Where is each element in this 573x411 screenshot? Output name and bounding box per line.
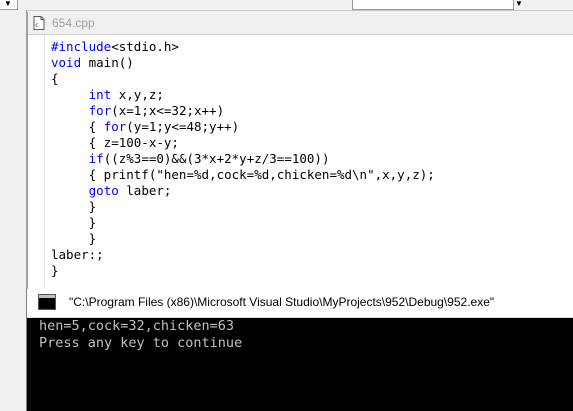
code-line[interactable]: }: [51, 215, 435, 231]
code-keyword: goto: [88, 183, 119, 198]
console-title: "C:\Program Files (x86)\Microsoft Visual…: [69, 295, 495, 309]
code-text: }: [51, 263, 59, 278]
code-keyword: if: [88, 151, 104, 166]
chevron-down-icon[interactable]: ▼: [515, 0, 523, 8]
toolbar-dropdown-2[interactable]: [352, 0, 514, 10]
code-text: x,y,z;: [111, 87, 164, 102]
code-text: }: [51, 231, 97, 246]
cpp-file-icon: c: [33, 16, 45, 30]
code-line[interactable]: int x,y,z;: [51, 87, 435, 103]
code-line[interactable]: }: [51, 231, 435, 247]
code-text: ((z%3==0)&&(3*x+2*y+z/3==100)): [103, 151, 330, 166]
code-line[interactable]: laber:;: [51, 247, 435, 263]
code-keyword: for: [103, 119, 127, 134]
code-text: laber:;: [51, 247, 104, 262]
code-text: }: [51, 215, 97, 230]
code-text: { z=100-x-y;: [51, 135, 179, 150]
console-output-line: hen=5,cock=32,chicken=63: [39, 318, 235, 334]
console-window[interactable]: "C:\Program Files (x86)\Microsoft Visual…: [26, 289, 573, 411]
code-editor-window[interactable]: c 654.cpp #include<stdio.h> void main(){ …: [27, 12, 573, 289]
code-line[interactable]: goto laber;: [51, 183, 435, 199]
code-line[interactable]: { printf("hen=%d,cock=%d,chicken=%d\n",x…: [51, 167, 435, 183]
code-line[interactable]: }: [51, 263, 435, 279]
chevron-down-icon[interactable]: ▼: [4, 0, 12, 8]
editor-gutter: [28, 35, 45, 289]
code-text: laber;: [118, 183, 172, 198]
editor-titlebar[interactable]: c 654.cpp: [28, 12, 573, 35]
code-line[interactable]: void main(): [51, 55, 435, 71]
ide-left-frame: [0, 10, 27, 290]
code-text: { printf("hen=%d,cock=%d,chicken=%d\n",x…: [51, 167, 435, 182]
console-titlebar[interactable]: "C:\Program Files (x86)\Microsoft Visual…: [27, 289, 573, 318]
code-text: {: [51, 119, 104, 134]
source-code[interactable]: #include<stdio.h> void main(){ int x,y,z;…: [51, 39, 435, 279]
code-text: main(): [81, 55, 134, 70]
console-output-line: Press any key to continue: [39, 335, 243, 351]
code-text: }: [51, 199, 97, 214]
code-text: (x=1;x<=32;x++): [111, 103, 225, 118]
code-line[interactable]: }: [51, 199, 435, 215]
console-app-icon: [38, 294, 56, 310]
code-line[interactable]: #include<stdio.h>: [51, 39, 435, 55]
code-line[interactable]: {: [51, 71, 435, 87]
code-line[interactable]: for(x=1;x<=32;x++): [51, 103, 435, 119]
code-line[interactable]: { z=100-x-y;: [51, 135, 435, 151]
code-line[interactable]: { for(y=1;y<=48;y++): [51, 119, 435, 135]
code-text: (y=1;y<=48;y++): [126, 119, 240, 134]
parent-toolbar-strip: ▼ ▼: [0, 0, 573, 11]
editor-tab-title: 654.cpp: [52, 16, 95, 30]
svg-text:c: c: [35, 22, 38, 29]
code-line[interactable]: if((z%3==0)&&(3*x+2*y+z/3==100)): [51, 151, 435, 167]
code-keyword: for: [88, 103, 112, 118]
code-keyword: void: [51, 55, 82, 70]
console-output: hen=5,cock=32,chicken=63 Press any key to…: [39, 318, 242, 352]
code-text: <stdio.h>: [111, 39, 179, 54]
code-keyword: int: [88, 87, 112, 102]
code-keyword: #include: [51, 39, 112, 54]
code-text: {: [51, 71, 59, 86]
